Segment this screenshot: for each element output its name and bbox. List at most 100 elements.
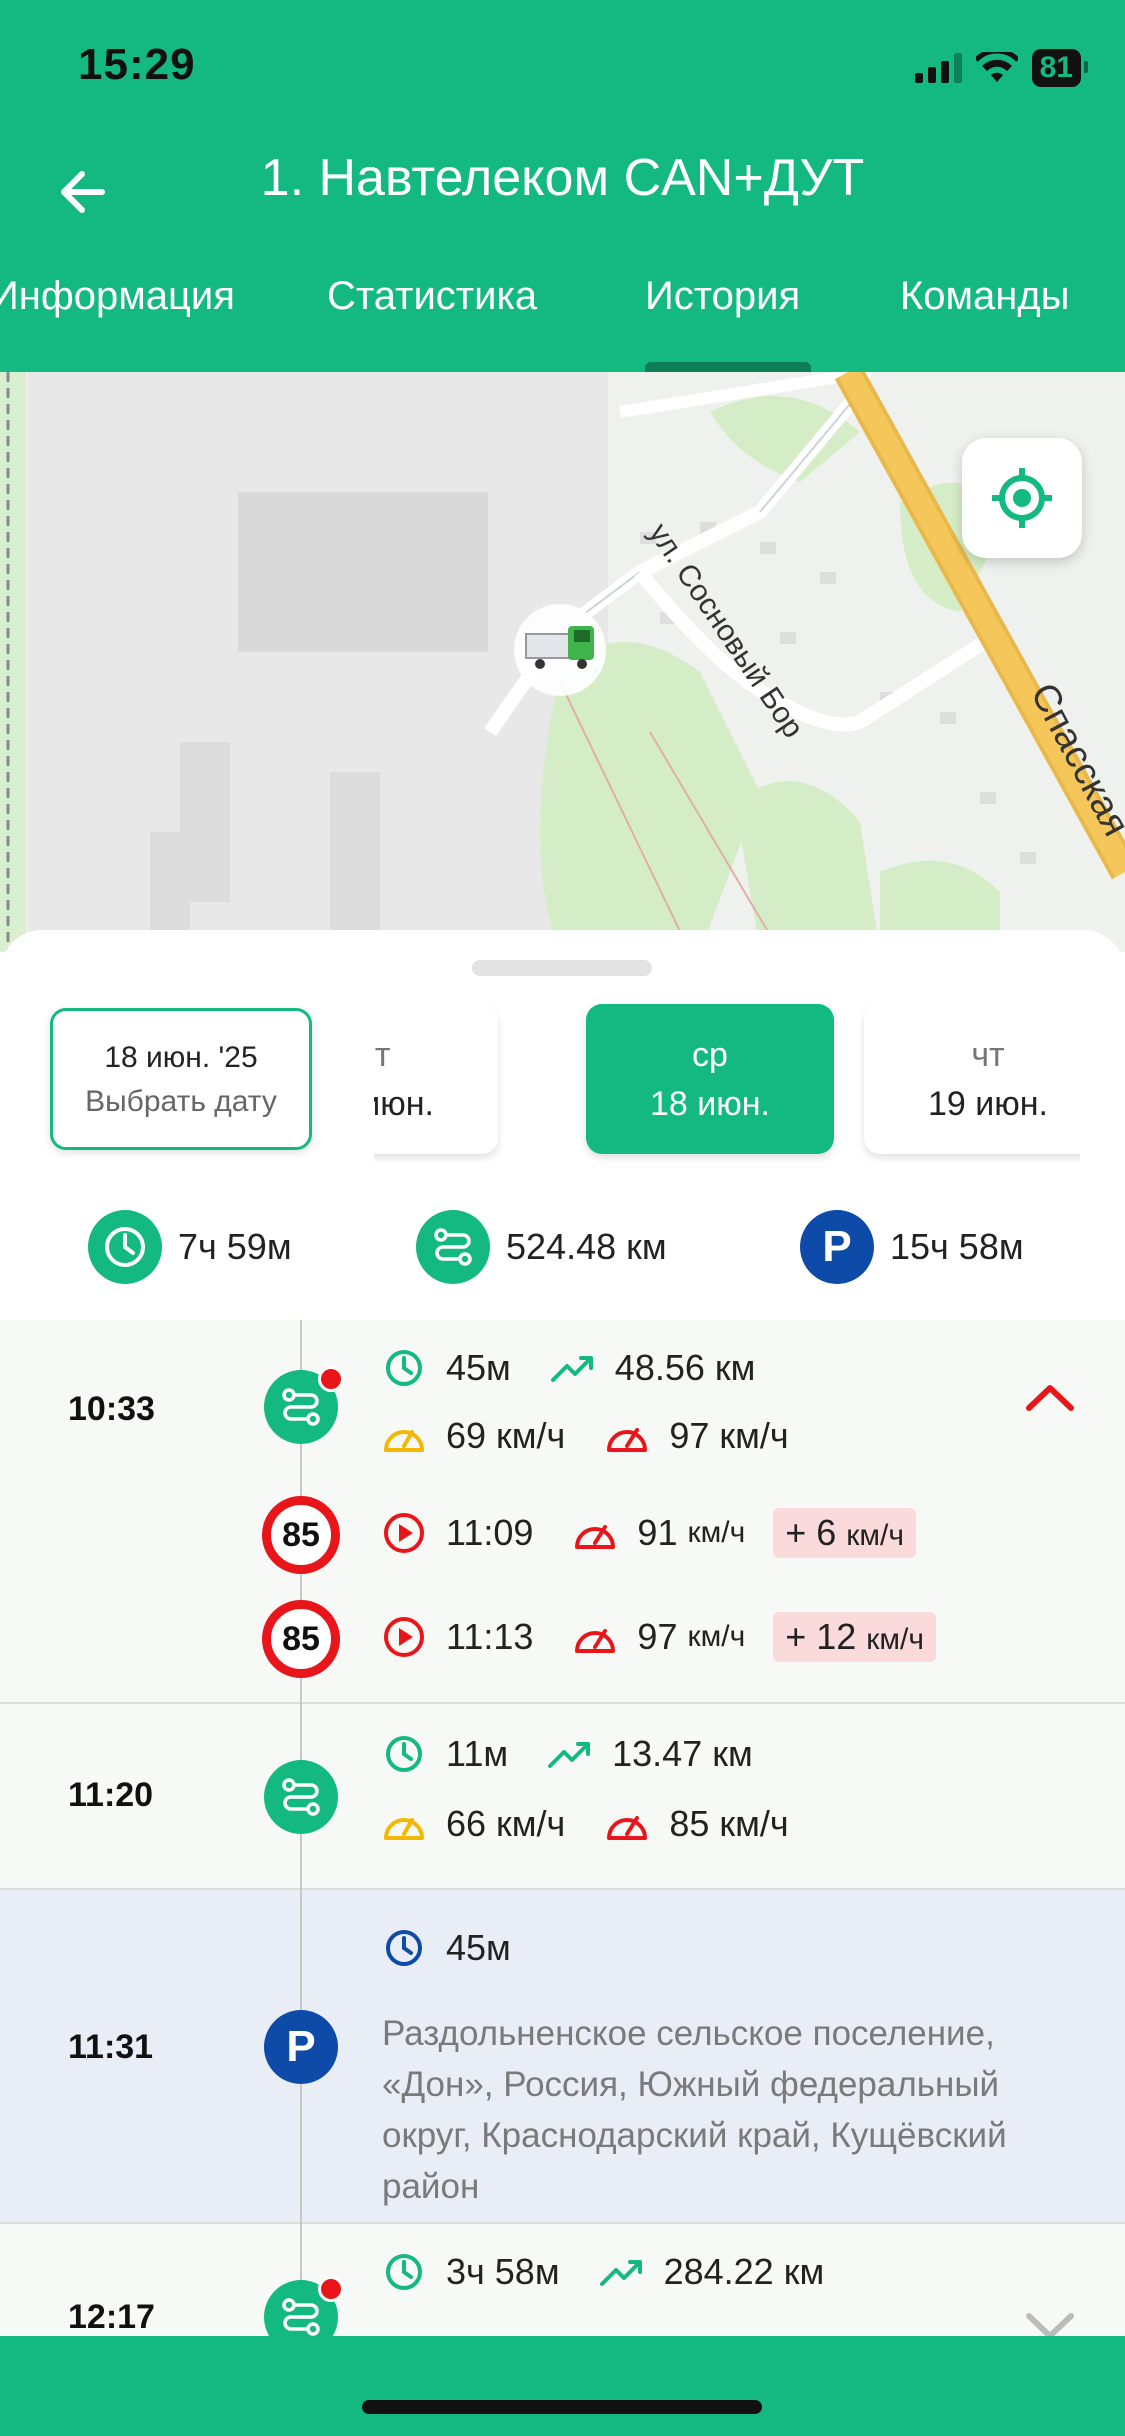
- trip-duration: 11м: [446, 1733, 509, 1774]
- page-title: 1. Навтелеком CAN+ДУТ: [260, 149, 865, 207]
- date-picker-button[interactable]: 18 июн. '25 Выбрать дату: [50, 1008, 312, 1150]
- distance-trend-icon: [550, 1346, 595, 1390]
- parking-start-time: 11:31: [68, 2028, 154, 2066]
- parking-duration-value: 45м: [446, 1927, 511, 1968]
- day-summary: 7ч 59м 524.48 км P 15ч 58м: [0, 1210, 1125, 1300]
- trip-row[interactable]: 11:20 11м 13.47 км 66 км/ч 85 км/ч: [0, 1704, 1125, 1890]
- trip-start-time: 12:17: [68, 2298, 155, 2336]
- trip-start-time: 11:20: [68, 1776, 154, 1814]
- sheet-handle[interactable]: [472, 960, 652, 976]
- trip-route-icon: [264, 2276, 344, 2340]
- cellular-signal-icon: [914, 53, 962, 83]
- day-card[interactable]: вт 17 июн.: [374, 1004, 498, 1154]
- excess-value: + 6: [785, 1512, 837, 1553]
- clock-icon: [382, 1732, 426, 1776]
- violation-time: 11:09: [446, 1512, 534, 1553]
- violation-time: 11:13: [446, 1616, 534, 1657]
- tab-bar: Информация Статистика История Команды: [0, 268, 1125, 372]
- parking-row[interactable]: 11:31 P 45м Раздольненское сельское посе…: [0, 1890, 1125, 2224]
- day-weekday: ср: [692, 1036, 728, 1074]
- speed-excess-badge: + 12 км/ч: [773, 1612, 937, 1662]
- summary-distance: 524.48 км: [416, 1210, 667, 1284]
- history-timeline: 10:33 45м 48.56 км 69 км/ч 97 км/ч 85 11…: [0, 1320, 1125, 2340]
- selected-date: 18 июн. '25: [104, 1041, 258, 1074]
- day-weekday: чт: [971, 1036, 1005, 1074]
- violation-speed: 91: [637, 1512, 678, 1553]
- excess-value: + 12: [785, 1616, 857, 1657]
- chevron-up-icon[interactable]: [1025, 1382, 1075, 1412]
- tab-commands[interactable]: Команды: [900, 274, 1069, 319]
- clock-icon: [382, 1346, 426, 1390]
- excess-unit: км/ч: [846, 1519, 904, 1552]
- clock-icon: [382, 2250, 426, 2294]
- parking-icon: P: [800, 1210, 874, 1284]
- trip-max-speed: 97 км/ч: [669, 1415, 789, 1456]
- day-date: 19 июн.: [928, 1085, 1048, 1123]
- trip-route-icon: [264, 1760, 338, 1834]
- trip-duration-distance: 11м 13.47 км: [382, 1732, 753, 1776]
- locate-button[interactable]: [962, 438, 1082, 558]
- bottom-bar: [0, 2336, 1125, 2436]
- violation-dot: [318, 2276, 344, 2302]
- day-weekday: вт: [374, 1036, 391, 1074]
- speed-excess-badge: + 6 км/ч: [773, 1508, 916, 1558]
- active-tab-indicator: [645, 362, 811, 372]
- violation-dot: [318, 1366, 344, 1392]
- speed-limit-sign: 85: [262, 1496, 340, 1574]
- speed-violation[interactable]: 11:09 91 км/ч + 6 км/ч: [382, 1508, 916, 1558]
- trip-row[interactable]: 12:17 3ч 58м 284.22 км: [0, 2224, 1125, 2340]
- summary-parking-value: 15ч 58м: [890, 1226, 1024, 1267]
- day-selector: вт 17 июн. ср 18 июн. чт 19 июн.: [374, 1004, 1080, 1164]
- distance-trend-icon: [599, 2250, 644, 2294]
- status-time: 15:29: [78, 40, 196, 89]
- summary-distance-value: 524.48 км: [506, 1226, 667, 1267]
- locate-target-icon: [992, 468, 1052, 528]
- violation-speed-unit: км/ч: [687, 1620, 746, 1653]
- avg-speed-icon: [382, 1802, 426, 1846]
- tab-information[interactable]: Информация: [0, 274, 235, 319]
- clock-icon: [88, 1210, 162, 1284]
- tab-statistics[interactable]: Статистика: [327, 274, 537, 319]
- trip-duration-distance: 3ч 58м 284.22 км: [382, 2250, 824, 2294]
- speed-violation[interactable]: 11:13 97 км/ч + 12 км/ч: [382, 1612, 937, 1662]
- max-speed-icon: [605, 1414, 649, 1458]
- status-icons: 81: [914, 48, 1089, 88]
- summary-duration-value: 7ч 59м: [178, 1226, 292, 1267]
- parking-duration: 45м: [382, 1926, 511, 1970]
- wifi-icon: [975, 52, 1018, 82]
- max-speed-icon: [573, 1511, 617, 1555]
- distance-trend-icon: [548, 1732, 592, 1776]
- trip-duration: 3ч 58м: [446, 2251, 560, 2292]
- day-card[interactable]: чт 19 июн.: [864, 1004, 1080, 1154]
- excess-unit: км/ч: [866, 1623, 925, 1656]
- play-icon: [382, 1615, 426, 1659]
- trip-avg-speed: 69 км/ч: [446, 1415, 566, 1456]
- summary-parking: P 15ч 58м: [800, 1210, 1024, 1284]
- speed-limit-sign: 85: [262, 1600, 340, 1678]
- trip-speeds: 69 км/ч 97 км/ч: [382, 1414, 789, 1458]
- trip-distance: 48.56 км: [614, 1347, 756, 1388]
- parking-icon: P: [264, 2010, 338, 2084]
- trip-duration-distance: 45м 48.56 км: [382, 1346, 755, 1390]
- trip-max-speed: 85 км/ч: [669, 1803, 789, 1844]
- home-indicator[interactable]: [362, 2400, 762, 2414]
- trip-route-icon: [264, 1366, 344, 1444]
- max-speed-icon: [573, 1615, 617, 1659]
- clock-icon: [382, 1926, 426, 1970]
- max-speed-icon: [605, 1802, 649, 1846]
- trip-speeds: 66 км/ч 85 км/ч: [382, 1802, 789, 1846]
- trip-distance: 13.47 км: [612, 1733, 753, 1774]
- trip-row[interactable]: 10:33 45м 48.56 км 69 км/ч 97 км/ч 85 11…: [0, 1320, 1125, 1704]
- avg-speed-icon: [382, 1414, 426, 1458]
- map-view[interactable]: ул. Сосновый Бор Спасская: [0, 372, 1125, 952]
- day-card-active[interactable]: ср 18 июн.: [586, 1004, 834, 1154]
- day-date: 17 июн.: [374, 1085, 434, 1123]
- route-icon: [416, 1210, 490, 1284]
- trip-distance: 284.22 км: [663, 2251, 825, 2292]
- violation-speed: 97: [637, 1616, 678, 1657]
- summary-duration: 7ч 59м: [88, 1210, 292, 1284]
- app-header: 15:29 81 1. Навтелеком CAN+ДУТ Информаци…: [0, 0, 1125, 372]
- trip-avg-speed: 66 км/ч: [446, 1803, 566, 1844]
- tab-history[interactable]: История: [645, 274, 800, 319]
- parking-address: Раздольненское сельское поселение, «Дон»…: [382, 2014, 1007, 2206]
